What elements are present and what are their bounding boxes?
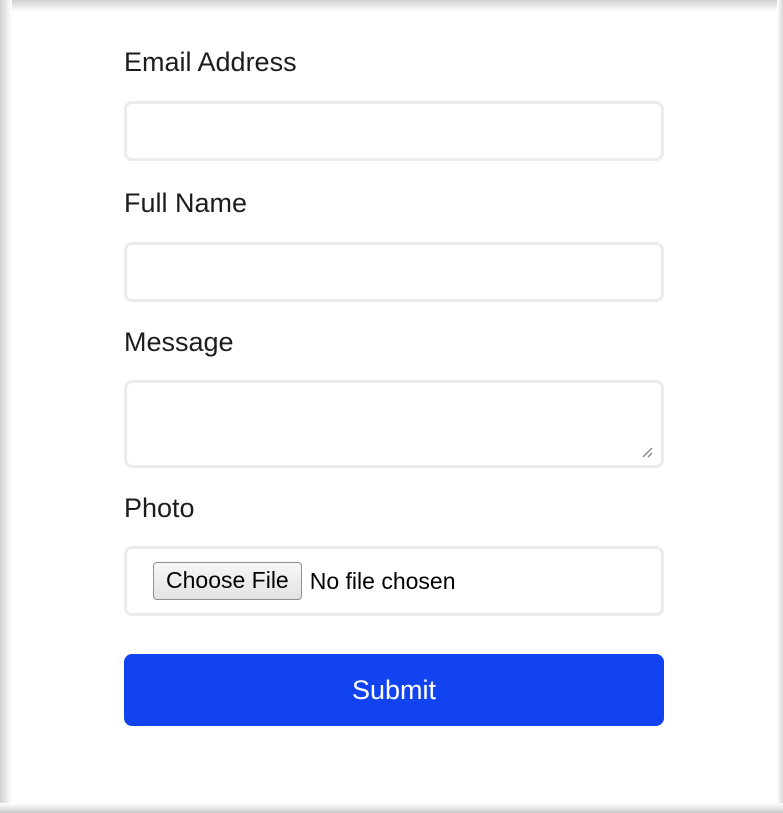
full-name-field[interactable] [124, 242, 664, 302]
photo-label: Photo [124, 493, 195, 523]
message-textarea[interactable] [124, 380, 664, 468]
email-field[interactable] [124, 101, 664, 161]
resize-grip-icon[interactable] [641, 446, 653, 458]
submit-button[interactable]: Submit [124, 654, 664, 726]
form-window: Email Address Full Name Message Photo Ch… [0, 0, 783, 813]
window-shadow-bottom [0, 803, 783, 813]
choose-file-button[interactable]: Choose File [153, 562, 302, 600]
email-label: Email Address [124, 47, 297, 77]
full-name-label: Full Name [124, 188, 248, 218]
window-shadow-top [0, 0, 783, 12]
contact-form: Email Address Full Name Message Photo Ch… [124, 44, 664, 726]
file-status-text: No file chosen [309, 567, 456, 594]
window-shadow-left [0, 0, 12, 813]
photo-file-input[interactable]: Choose File No file chosen [124, 546, 664, 616]
window-shadow-right [777, 0, 783, 813]
submit-label: Submit [351, 674, 437, 705]
message-label: Message [124, 327, 234, 357]
